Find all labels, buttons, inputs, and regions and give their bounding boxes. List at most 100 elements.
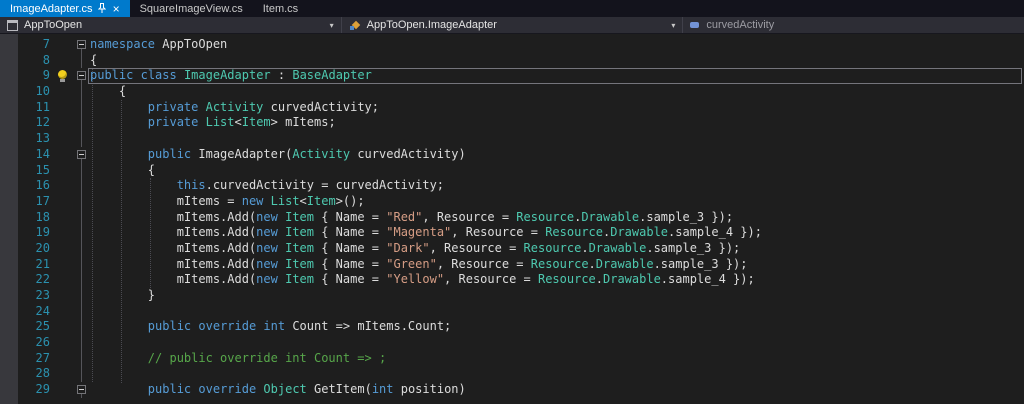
fold-margin — [74, 209, 90, 226]
chevron-down-icon[interactable]: ▾ — [330, 21, 334, 30]
fold-margin — [74, 303, 90, 320]
line-number: 19 — [35, 225, 50, 240]
margin-gap — [54, 288, 74, 304]
code-line-9[interactable]: 9 public class ImageAdapter : BaseAdapter — [0, 68, 1024, 85]
line-number: 21 — [35, 256, 50, 271]
fold-line — [81, 162, 82, 179]
fold-margin — [74, 256, 90, 273]
field-icon — [690, 20, 700, 30]
tab-label: SquareImageView.cs — [139, 2, 243, 15]
margin-gap — [54, 68, 74, 84]
fold-collapse-icon[interactable] — [77, 40, 86, 49]
glyph-cell — [0, 131, 18, 147]
fold-line — [81, 52, 82, 69]
fold-collapse-icon[interactable] — [77, 149, 86, 159]
code-line-20[interactable]: 20 mItems.Add(new Item { Name = "Dark", … — [0, 240, 1024, 257]
code-text: private Activity curvedActivity; — [147, 99, 379, 114]
glyph-cell — [0, 100, 18, 116]
glyph-cell — [0, 335, 18, 351]
fold-collapse-icon[interactable] — [77, 385, 86, 395]
glyph-cell — [0, 210, 18, 226]
code-line-28[interactable]: 28 — [0, 366, 1024, 383]
code-line-11[interactable]: 11 private Activity curvedActivity; — [0, 99, 1024, 116]
line-number: 25 — [35, 319, 50, 334]
fold-margin — [74, 225, 90, 241]
close-icon[interactable]: × — [113, 3, 120, 15]
fold-line — [81, 272, 82, 288]
line-number: 29 — [35, 382, 50, 397]
lightbulb-icon[interactable] — [58, 70, 67, 83]
code-text: public override Object GetItem(int posit… — [147, 382, 466, 397]
margin-gap — [54, 100, 74, 116]
fold-margin — [74, 288, 90, 304]
code-line-17[interactable]: 17 mItems = new List<Item>(); — [0, 193, 1024, 210]
margin-gap — [54, 84, 74, 100]
project-dropdown-label: AppToOpen — [24, 19, 83, 31]
chevron-down-icon[interactable]: ▾ — [671, 21, 675, 30]
code-line-14[interactable]: 14 public ImageAdapter(Activity curvedAc… — [0, 147, 1024, 163]
code-line-8[interactable]: 8{ — [0, 52, 1024, 69]
glyph-cell — [0, 68, 18, 84]
project-dropdown[interactable]: AppToOpen ▾ — [0, 17, 342, 33]
pin-icon[interactable] — [97, 3, 106, 14]
line-number: 7 — [42, 37, 50, 51]
fold-line — [81, 319, 82, 336]
fold-margin — [74, 131, 90, 147]
margin-gap — [54, 366, 74, 382]
tab-bar: ImageAdapter.cs × SquareImageView.cs Item.c… — [0, 0, 1024, 17]
tab-item-cs[interactable]: Item.cs — [253, 0, 308, 17]
glyph-cell — [0, 37, 18, 53]
code-line-18[interactable]: 18 mItems.Add(new Item { Name = "Red", R… — [0, 209, 1024, 226]
code-text: mItems.Add(new Item { Name = "Green", Re… — [90, 256, 748, 271]
fold-margin — [74, 84, 90, 100]
vs-editor-window: ImageAdapter.cs × SquareImageView.cs Item.c… — [0, 0, 1024, 404]
code-text: public class ImageAdapter : BaseAdapter — [90, 68, 372, 83]
glyph-cell — [0, 272, 18, 288]
code-text: mItems.Add(new Item { Name = "Red", Reso… — [90, 209, 734, 224]
code-line-12[interactable]: 12 private List<Item> mItems; — [0, 115, 1024, 132]
type-dropdown[interactable]: AppToOpen.ImageAdapter ▾ — [342, 17, 684, 33]
glyph-cell — [0, 351, 18, 367]
code-line-24[interactable]: 24 — [0, 303, 1024, 320]
tab-imageadapter-cs[interactable]: ImageAdapter.cs × — [0, 0, 130, 17]
code-line-23[interactable]: 23 } — [0, 288, 1024, 304]
code-text: // public override int Count => ; — [90, 350, 387, 365]
tab-label: Item.cs — [262, 2, 299, 15]
code-editor[interactable]: 7 namespace AppToOpen 8{9 public class Imag… — [0, 34, 1024, 404]
member-dropdown[interactable]: curvedActivity — [683, 17, 1024, 33]
tab-squareimageview-cs[interactable]: SquareImageView.cs — [130, 0, 253, 17]
fold-line — [81, 366, 82, 383]
fold-margin — [74, 382, 90, 398]
fold-margin — [74, 68, 90, 85]
code-line-10[interactable]: 10 { — [0, 84, 1024, 100]
code-text: namespace AppToOpen — [90, 37, 228, 51]
glyph-cell — [0, 288, 18, 304]
fold-line — [81, 178, 82, 194]
margin-gap — [54, 257, 74, 273]
fold-margin — [74, 115, 90, 132]
margin-gap — [54, 319, 74, 335]
code-line-29[interactable]: 29 public override Object GetItem(int po… — [0, 382, 1024, 398]
code-line-25[interactable]: 25 public override int Count => mItems.C… — [0, 319, 1024, 336]
code-line-13[interactable]: 13 — [0, 131, 1024, 147]
project-icon — [7, 19, 18, 31]
code-line-21[interactable]: 21 mItems.Add(new Item { Name = "Green",… — [0, 256, 1024, 273]
code-line-15[interactable]: 15 { — [0, 162, 1024, 179]
code-line-19[interactable]: 19 mItems.Add(new Item { Name = "Magenta… — [0, 225, 1024, 241]
margin-gap — [54, 335, 74, 351]
type-dropdown-label: AppToOpen.ImageAdapter — [366, 19, 497, 31]
fold-line — [81, 209, 82, 226]
glyph-cell — [0, 147, 18, 163]
code-text: mItems.Add(new Item { Name = "Magenta", … — [90, 225, 762, 240]
code-line-27[interactable]: 27 // public override int Count => ; — [0, 350, 1024, 367]
code-line-7[interactable]: 7 namespace AppToOpen — [0, 37, 1024, 53]
margin-gap — [54, 53, 74, 69]
code-line-26[interactable]: 26 — [0, 335, 1024, 351]
code-line-22[interactable]: 22 mItems.Add(new Item { Name = "Yellow"… — [0, 272, 1024, 288]
fold-line — [81, 335, 82, 351]
code-line-16[interactable]: 16 this.curvedActivity = curvedActivity; — [0, 178, 1024, 194]
fold-collapse-icon[interactable] — [77, 71, 86, 81]
